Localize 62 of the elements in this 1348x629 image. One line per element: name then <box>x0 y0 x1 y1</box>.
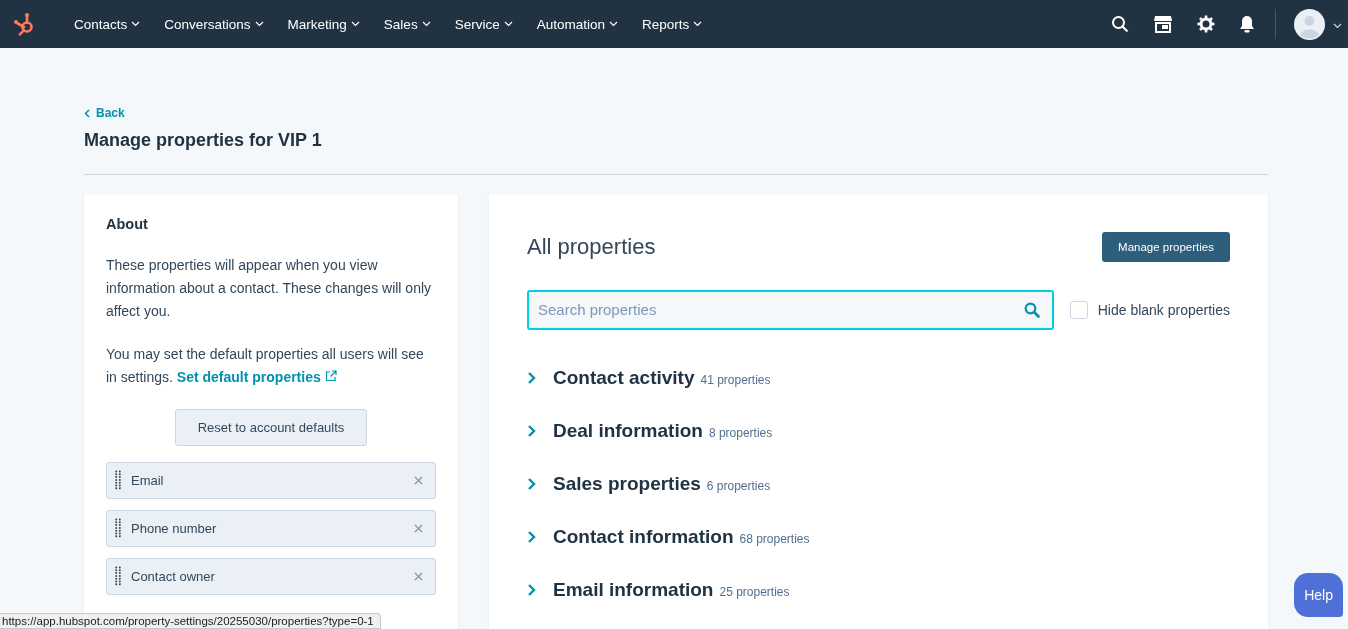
property-label: Email <box>131 472 165 488</box>
property-label: Contact owner <box>131 568 216 584</box>
external-link-icon <box>324 369 337 382</box>
caret-icon <box>1333 23 1342 29</box>
property-group-toggle[interactable]: Contact activity <box>553 367 695 389</box>
caret-icon <box>131 21 141 27</box>
property-label: Phone number <box>131 520 218 536</box>
notifications-bell-icon[interactable] <box>1239 15 1255 33</box>
caret-icon <box>503 21 513 27</box>
property-item[interactable]: Email <box>106 461 436 499</box>
nav-menu[interactable]: Conversations <box>156 16 272 32</box>
property-group-toggle[interactable]: Contact information <box>553 526 734 548</box>
reset-defaults-button[interactable]: Reset to account defaults <box>174 408 368 446</box>
help-button[interactable]: Help <box>1294 573 1343 617</box>
property-count: 25 properties <box>719 585 790 599</box>
close-icon[interactable] <box>414 475 423 485</box>
drag-handle-icon[interactable] <box>115 566 121 586</box>
storefront-icon[interactable] <box>1153 15 1173 33</box>
search-icon[interactable] <box>1111 15 1129 33</box>
chevron-icon[interactable] <box>527 371 537 385</box>
property-item[interactable]: Contact owner <box>106 557 436 595</box>
property-group-toggle[interactable]: Email information <box>553 579 714 601</box>
chevron-left-icon <box>84 108 90 118</box>
caret-icon <box>608 21 618 27</box>
property-count: 68 properties <box>739 532 810 546</box>
property-count: 41 properties <box>700 373 771 387</box>
set-default-properties-link[interactable]: Set default properties <box>176 368 337 385</box>
nav-menu[interactable]: Reports <box>633 16 711 32</box>
hide-blank-checkbox[interactable] <box>1069 300 1088 319</box>
caret-icon <box>254 21 264 27</box>
caret-icon <box>350 21 360 27</box>
manage-properties-button[interactable]: Manage properties <box>1102 231 1230 262</box>
about-text: These properties will appear when you view information about a contact. These changes will only affect you. <box>106 255 433 321</box>
close-icon[interactable] <box>414 523 423 533</box>
nav-menu[interactable]: Contacts <box>66 16 149 32</box>
avatar-icon[interactable] <box>1294 8 1325 40</box>
property-group-toggle[interactable]: Sales properties <box>553 473 701 495</box>
nav-menu[interactable]: Marketing <box>279 16 368 32</box>
caret-icon <box>421 21 431 27</box>
close-icon[interactable] <box>414 571 423 581</box>
about-heading: About <box>106 215 149 232</box>
hide-blank-label: Hide blank properties <box>1097 301 1230 318</box>
search-field[interactable]: Search properties <box>527 289 1054 330</box>
all-properties-heading: All properties <box>527 233 656 260</box>
property-group-toggle[interactable]: Deal information <box>553 420 703 442</box>
default-properties-text: You may set the default properties all users will see in settings. Set default properties <box>106 344 425 387</box>
property-count: 8 properties <box>708 426 773 440</box>
caret-icon <box>693 21 703 27</box>
status-url: https://app.hubspot.com/property-settings/20255030/properties?type=0-1 <box>0 613 381 629</box>
drag-handle-icon[interactable] <box>115 518 121 538</box>
nav-menu[interactable]: Sales <box>375 16 439 32</box>
settings-icon[interactable] <box>1197 15 1215 33</box>
property-item[interactable]: Phone number <box>106 509 436 547</box>
chevron-icon[interactable] <box>527 424 537 438</box>
nav-menu[interactable]: Service <box>446 16 521 32</box>
page-title: Manage properties for VIP 1 <box>84 129 323 151</box>
chevron-icon[interactable] <box>527 477 537 491</box>
nav-menu[interactable]: Automation <box>528 16 626 32</box>
property-count: 6 properties <box>706 479 771 493</box>
chevron-icon[interactable] <box>527 583 537 597</box>
chevron-icon[interactable] <box>527 530 537 544</box>
drag-handle-icon[interactable] <box>115 470 121 490</box>
